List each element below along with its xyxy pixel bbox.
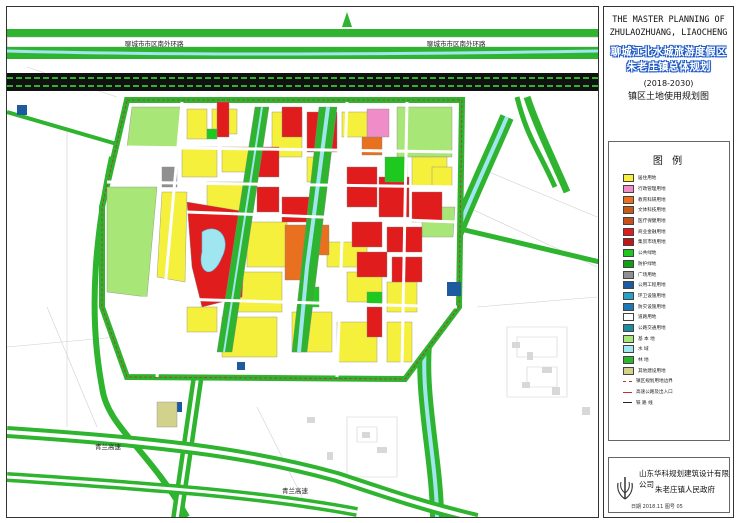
ring-road-label-east: 聊城市市区南外环路 — [427, 39, 486, 48]
legend-item: 水 域 — [609, 344, 729, 355]
legend-label: 水 域 — [638, 347, 649, 353]
title-chinese-line-2: 朱老庄镇总体规划 — [626, 61, 711, 73]
legend-swatch — [623, 238, 634, 247]
legend-swatch — [623, 249, 634, 258]
info-panel: THE MASTER PLANNING OF ZHULAOZHUANG, LIA… — [603, 6, 734, 518]
legend-label: 公共绿地 — [638, 251, 657, 257]
legend-swatch — [623, 259, 634, 268]
legend-item: 广场用地 — [609, 269, 729, 280]
legend-item: 文体科技用地 — [609, 205, 729, 216]
legend-item: 道路用地 — [609, 312, 729, 323]
legend-label: 基 本 地 — [638, 336, 655, 342]
legend-label: 行政管理用地 — [638, 187, 666, 193]
legend-label: 其他建设用地 — [638, 368, 666, 374]
title-chinese-line-1: 聊城江北水城旅游度假区 — [610, 46, 727, 58]
land-use-map[interactable]: 聊城市市区南外环路 聊城市市区南外环路 青兰高速 青兰高速 — [6, 6, 599, 518]
title-english-line-2: ZHULAOZHUANG, LIAOCHENG — [609, 28, 728, 38]
other-construction-block — [156, 401, 178, 428]
ring-road-label-west: 聊城市市区南外环路 — [125, 39, 184, 48]
map-subtitle: 镇区土地使用规划图 — [627, 92, 709, 102]
legend-swatch — [623, 281, 634, 290]
legend-item: 镇区规划用地边界 — [609, 376, 729, 387]
legend-item: 防灾设施用地 — [609, 301, 729, 312]
legend-swatch — [623, 323, 634, 332]
legend-item: 公路交通用地 — [609, 323, 729, 334]
legend-item: 集贸市场用地 — [609, 237, 729, 248]
legend-item: 林 地 — [609, 355, 729, 366]
legend-item: 基 本 地 — [609, 333, 729, 344]
legend-label: 集贸市场用地 — [638, 240, 666, 246]
legend-label: 公用工程用地 — [638, 283, 666, 289]
legend-swatch — [623, 174, 634, 183]
admin-block — [366, 108, 390, 138]
legend-item: 防护绿地 — [609, 259, 729, 270]
railway-band — [7, 73, 598, 91]
plan-period: (2018-2030) — [643, 79, 694, 88]
legend-swatch — [623, 185, 634, 194]
legend-label: 教育科研用地 — [638, 197, 666, 203]
client-name: 朱老庄镇人民政府 — [655, 485, 715, 494]
legend-label: 道路用地 — [638, 315, 657, 321]
expressway-label-1: 青兰高速 — [95, 442, 122, 451]
title-english: THE MASTER PLANNING OF ZHULAOZHUANG, LIA… — [604, 14, 733, 40]
title-chinese: 聊城江北水城旅游度假区 朱老庄镇总体规划 — [604, 45, 733, 75]
legend-item: 高速公路及出入口 — [609, 387, 729, 398]
legend: 图 例 居住用地行政管理用地 教育科研用地 文体科技用地 医疗保健用地 商业金融用地 集贸… — [608, 141, 730, 441]
legend-label: 居住用地 — [638, 176, 657, 182]
ring-road-green-strip-north — [7, 29, 598, 37]
legend-swatch — [623, 270, 634, 279]
legend-item: 行政管理用地 — [609, 184, 729, 195]
legend-swatch — [623, 345, 634, 354]
ring-road[interactable] — [7, 36, 599, 48]
legend-label: 文体科技用地 — [638, 208, 666, 214]
drawing-footer: 日期 2018.11 图号 05 — [631, 504, 683, 510]
legend-label: 铁 路 线 — [636, 400, 653, 406]
legend-swatch — [623, 366, 634, 375]
legend-title: 图 例 — [652, 156, 686, 167]
legend-label: 防灾设施用地 — [638, 304, 666, 310]
legend-label: 防护绿地 — [638, 261, 657, 267]
legend-item: 医疗保健用地 — [609, 216, 729, 227]
legend-swatch — [623, 334, 634, 343]
legend-swatch — [623, 206, 634, 215]
legend-label: 镇区规划用地边界 — [636, 379, 673, 385]
legend-swatch — [623, 402, 632, 404]
expressway-label-2: 青兰高速 — [282, 486, 309, 495]
legend-label: 环卫设施用地 — [638, 293, 666, 299]
legend-list: 居住用地行政管理用地 教育科研用地 文体科技用地 医疗保健用地 商业金融用地 集贸市场用地… — [609, 173, 729, 408]
legend-item: 居住用地 — [609, 173, 729, 184]
legend-swatch — [623, 380, 632, 382]
legend-item: 铁 路 线 — [609, 397, 729, 408]
legend-swatch — [623, 291, 634, 300]
legend-swatch — [623, 195, 634, 204]
legend-swatch — [623, 227, 634, 236]
legend-label: 广场用地 — [638, 272, 657, 278]
legend-label: 商业金融用地 — [638, 229, 666, 235]
legend-item: 商业金融用地 — [609, 226, 729, 237]
legend-label: 医疗保健用地 — [638, 219, 666, 225]
legend-label: 林 地 — [638, 358, 649, 364]
organization-box: 山东华科规划建筑设计有限公司 朱老庄镇人民政府 日期 2018.11 图号 05 — [608, 457, 730, 513]
legend-swatch — [623, 356, 634, 365]
legend-label: 高速公路及出入口 — [636, 390, 673, 396]
legend-swatch — [623, 391, 632, 393]
legend-item: 环卫设施用地 — [609, 291, 729, 302]
legend-item: 其他建设用地 — [609, 365, 729, 376]
legend-item: 教育科研用地 — [609, 194, 729, 205]
legend-item: 公共绿地 — [609, 248, 729, 259]
company-logo-icon — [617, 477, 633, 500]
map-canvas: 聊城市市区南外环路 聊城市市区南外环路 青兰高速 青兰高速 — [7, 7, 599, 517]
title-english-line-1: THE MASTER PLANNING OF — [612, 15, 725, 25]
legend-swatch — [623, 302, 634, 311]
legend-item: 公用工程用地 — [609, 280, 729, 291]
legend-label: 公路交通用地 — [638, 325, 666, 331]
legend-swatch — [623, 217, 634, 226]
legend-swatch — [623, 313, 634, 322]
